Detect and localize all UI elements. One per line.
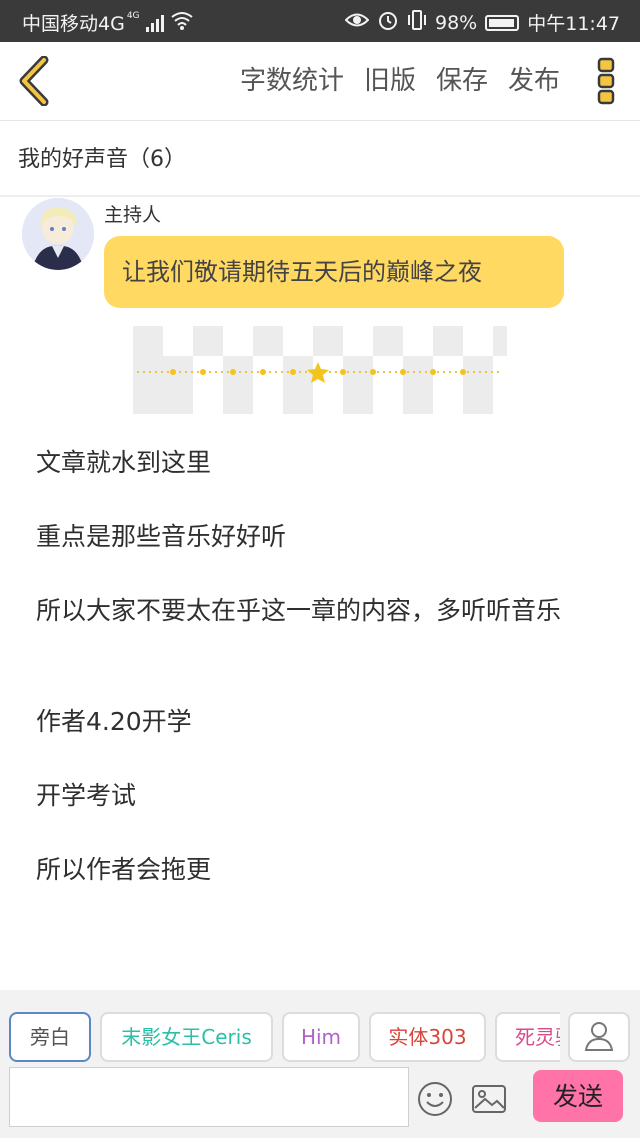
battery-icon <box>485 14 520 31</box>
role-chip-narrator[interactable]: 旁白 <box>9 1012 91 1062</box>
paragraph-1[interactable]: 文章就水到这里 <box>36 444 616 481</box>
old-version-button[interactable]: 旧版 <box>364 60 416 97</box>
toolbar-actions: 字数统计 旧版 保存 发布 <box>240 60 560 97</box>
paragraph-4[interactable]: 作者4.20开学 <box>36 703 616 740</box>
role-chip-him[interactable]: Him <box>282 1012 360 1062</box>
clock: 中午11:47 <box>527 13 620 35</box>
smiley-icon <box>418 1082 452 1116</box>
paragraph-6[interactable]: 所以作者会拖更 <box>36 851 616 888</box>
chapter-title[interactable]: 我的好声音（6） <box>0 121 640 197</box>
paragraph-3[interactable]: 所以大家不要太在乎这一章的内容，多听听音乐 <box>36 592 616 629</box>
emoji-button[interactable] <box>416 1080 454 1118</box>
word-count-button[interactable]: 字数统计 <box>240 60 344 97</box>
role-chip-303[interactable]: 实体303 <box>369 1012 486 1062</box>
add-role-button[interactable] <box>568 1012 630 1062</box>
editor-toolbar: 字数统计 旧版 保存 发布 <box>0 42 640 121</box>
more-button[interactable] <box>596 56 616 106</box>
save-button[interactable]: 保存 <box>436 60 488 97</box>
alarm-icon <box>377 9 399 36</box>
chevron-left-icon <box>19 55 49 107</box>
signal-bars-icon <box>145 14 164 32</box>
star-divider-image[interactable] <box>133 326 537 444</box>
more-vertical-icon <box>597 57 615 105</box>
role-chip-necro[interactable]: 死灵骑 <box>495 1012 560 1062</box>
publish-button[interactable]: 发布 <box>508 60 560 97</box>
wifi-icon <box>170 10 194 35</box>
image-icon <box>472 1085 506 1113</box>
status-bar: 中国移动4G 4G 98% 中午11:47 <box>0 0 640 42</box>
avatar-image <box>22 198 94 270</box>
paragraph-5[interactable]: 开学考试 <box>36 777 616 814</box>
insert-image-button[interactable] <box>470 1080 508 1118</box>
user-icon <box>584 1022 614 1051</box>
carrier-label: 中国移动4G <box>22 13 125 35</box>
back-button[interactable] <box>14 55 58 107</box>
vibrate-icon <box>407 9 427 36</box>
role-list[interactable]: 旁白 末影女王Ceris Him 实体303 死灵骑 <box>0 1012 560 1064</box>
composer-bar: 旁白 末影女王Ceris Him 实体303 死灵骑 发送 <box>0 990 640 1138</box>
eye-icon <box>344 11 370 34</box>
battery-percent: 98% <box>435 11 478 34</box>
send-button[interactable]: 发送 <box>533 1070 623 1122</box>
network-badge: 4G <box>126 10 140 21</box>
message-input[interactable] <box>9 1067 409 1127</box>
speaker-name: 主持人 <box>104 204 162 226</box>
paragraph-2[interactable]: 重点是那些音乐好好听 <box>36 518 616 555</box>
dialogue-bubble[interactable]: 让我们敬请期待五天后的巅峰之夜 <box>104 236 564 308</box>
role-chip-ceris[interactable]: 末影女王Ceris <box>100 1012 273 1062</box>
avatar[interactable] <box>22 198 94 270</box>
